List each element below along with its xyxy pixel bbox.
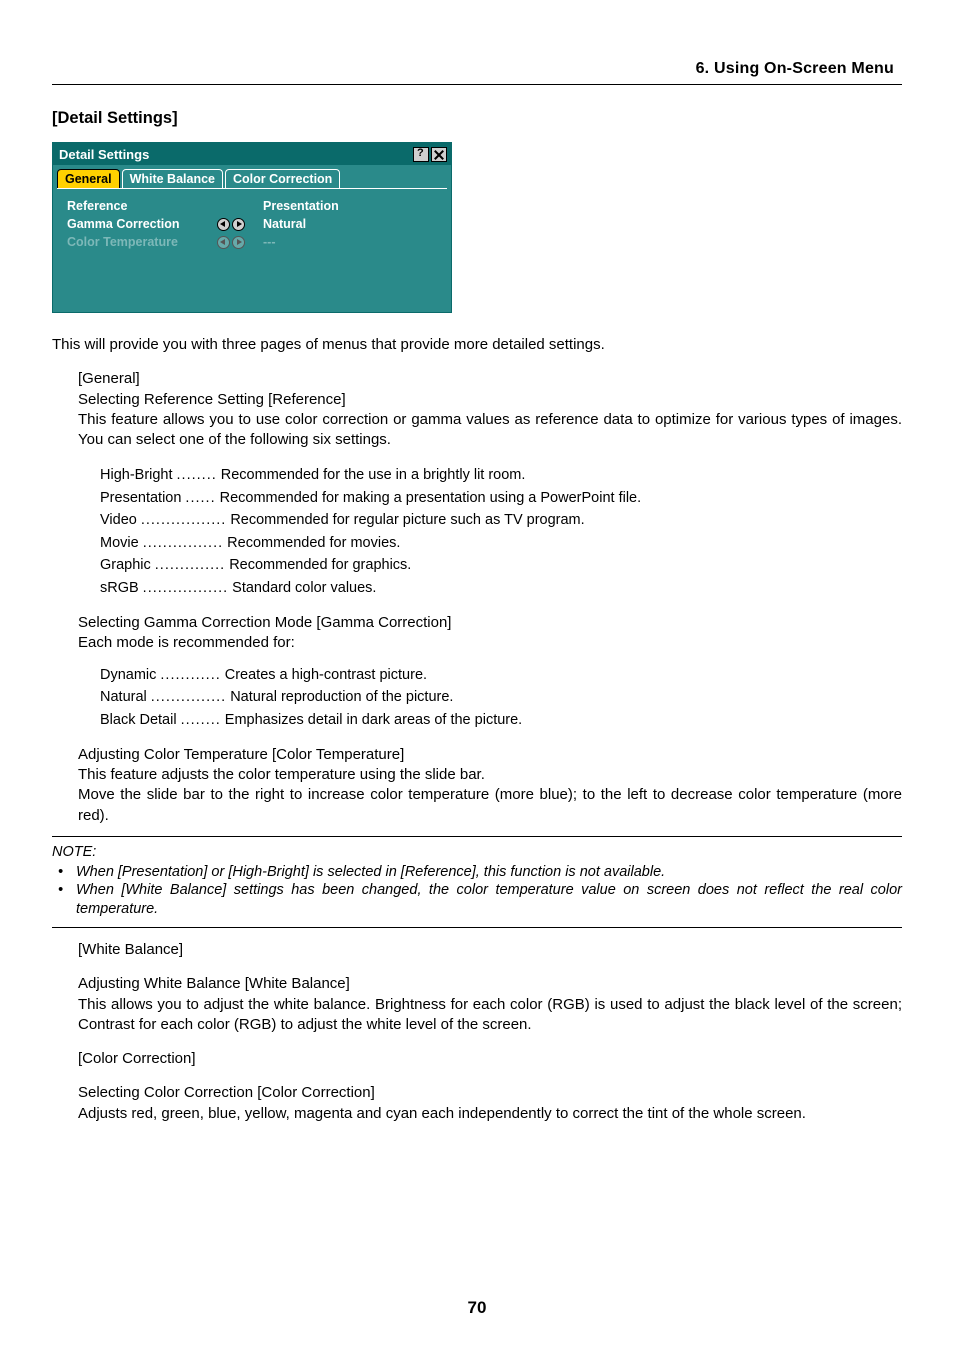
gamma-options-list: Dynamic............Creates a high-contra…	[100, 664, 902, 731]
chapter-header: 6. Using On-Screen Menu	[52, 60, 902, 85]
intro-paragraph: This will provide you with three pages o…	[52, 335, 902, 355]
reference-value: Presentation	[263, 199, 339, 213]
color-temp-line1: This feature adjusts the color temperatu…	[78, 765, 902, 785]
list-item: Movie................Recommended for mov…	[100, 532, 902, 554]
divider	[52, 836, 902, 837]
gamma-value: Natural	[263, 217, 306, 231]
list-item: Dynamic............Creates a high-contra…	[100, 664, 902, 686]
close-icon[interactable]	[431, 147, 447, 162]
reference-options-list: High-Bright........Recommended for the u…	[100, 464, 902, 599]
detail-settings-dialog: Detail Settings General White Balance Co…	[52, 142, 452, 313]
list-item: High-Bright........Recommended for the u…	[100, 464, 902, 486]
divider	[52, 927, 902, 928]
help-icon[interactable]	[413, 147, 429, 162]
list-item: Presentation......Recommended for making…	[100, 487, 902, 509]
note-bullet: When [White Balance] settings has been c…	[52, 881, 902, 919]
list-item: Video.................Recommended for re…	[100, 509, 902, 531]
dialog-title-text: Detail Settings	[59, 147, 413, 162]
page-number: 70	[0, 1298, 954, 1318]
arrow-right-icon[interactable]	[232, 218, 245, 231]
color-temp-line2: Move the slide bar to the right to incre…	[78, 785, 902, 826]
reference-setting-title: Selecting Reference Setting [Reference]	[78, 390, 902, 410]
color-correction-title: Selecting Color Correction [Color Correc…	[78, 1083, 902, 1103]
gamma-mode-sub: Each mode is recommended for:	[78, 633, 902, 653]
dialog-tabs: General White Balance Color Correction	[53, 165, 451, 188]
section-title: [Detail Settings]	[52, 109, 902, 128]
gamma-label: Gamma Correction	[67, 217, 217, 231]
color-temp-title: Adjusting Color Temperature [Color Tempe…	[78, 745, 902, 765]
colortemp-label: Color Temperature	[67, 235, 217, 249]
white-balance-heading: [White Balance]	[78, 940, 902, 960]
list-item: Black Detail........Emphasizes detail in…	[100, 709, 902, 731]
list-item: sRGB.................Standard color valu…	[100, 577, 902, 599]
general-heading: [General]	[78, 369, 902, 389]
row-gamma[interactable]: Gamma Correction Natural	[67, 217, 437, 231]
arrow-right-icon	[232, 236, 245, 249]
color-correction-desc: Adjusts red, green, blue, yellow, magent…	[78, 1104, 902, 1124]
tab-general[interactable]: General	[57, 169, 120, 188]
reference-label: Reference	[67, 199, 217, 213]
tab-white-balance[interactable]: White Balance	[122, 169, 223, 188]
list-item: Natural...............Natural reproducti…	[100, 686, 902, 708]
note-label: NOTE:	[52, 843, 902, 863]
note-bullet: When [Presentation] or [High-Bright] is …	[52, 863, 902, 882]
colortemp-value: ---	[263, 235, 276, 249]
row-color-temperature: Color Temperature ---	[67, 235, 437, 249]
row-reference[interactable]: Reference Presentation	[67, 199, 437, 213]
arrow-left-icon[interactable]	[217, 218, 230, 231]
tab-color-correction[interactable]: Color Correction	[225, 169, 340, 188]
list-item: Graphic..............Recommended for gra…	[100, 554, 902, 576]
white-balance-title: Adjusting White Balance [White Balance]	[78, 974, 902, 994]
color-correction-heading: [Color Correction]	[78, 1049, 902, 1069]
dialog-titlebar: Detail Settings	[53, 143, 451, 165]
gamma-mode-title: Selecting Gamma Correction Mode [Gamma C…	[78, 613, 902, 633]
reference-setting-desc: This feature allows you to use color cor…	[78, 410, 902, 451]
dialog-panel: Reference Presentation Gamma Correction …	[57, 188, 447, 308]
arrow-left-icon	[217, 236, 230, 249]
white-balance-desc: This allows you to adjust the white bala…	[78, 995, 902, 1036]
